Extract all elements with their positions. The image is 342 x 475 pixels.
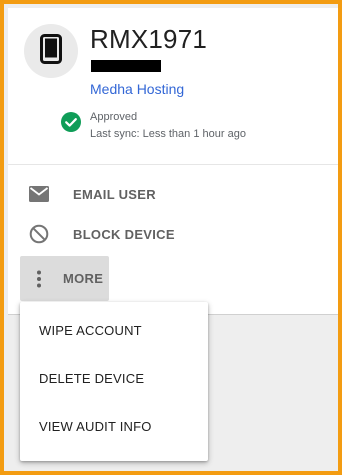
more-button[interactable]: MORE [20, 256, 109, 301]
menu-item-wipe-account[interactable]: WIPE ACCOUNT [20, 306, 208, 354]
menu-item-view-audit-info[interactable]: VIEW AUDIT INFO [20, 402, 208, 450]
organization-link[interactable]: Medha Hosting [90, 81, 184, 97]
email-icon [28, 183, 50, 205]
more-vert-icon [34, 268, 44, 290]
more-menu: WIPE ACCOUNT DELETE DEVICE VIEW AUDIT IN… [20, 302, 208, 461]
email-user-button[interactable]: EMAIL USER [18, 174, 156, 214]
menu-item-delete-device[interactable]: DELETE DEVICE [20, 354, 208, 402]
status-label: Approved [90, 111, 138, 123]
email-user-label: EMAIL USER [73, 186, 156, 202]
check-circle-icon [61, 112, 81, 132]
last-sync-text: Last sync: Less than 1 hour ago [90, 128, 246, 140]
device-card: RMX1971 Medha Hosting Approved Last sync… [8, 8, 338, 315]
redacted-field [91, 60, 161, 72]
screenshot-frame: RMX1971 Medha Hosting Approved Last sync… [0, 0, 342, 475]
smartphone-icon [40, 33, 62, 69]
divider [8, 164, 338, 165]
device-name: RMX1971 [90, 24, 208, 54]
block-icon [28, 223, 50, 245]
block-device-button[interactable]: BLOCK DEVICE [18, 214, 175, 254]
more-label: MORE [63, 271, 104, 286]
block-device-label: BLOCK DEVICE [73, 226, 175, 242]
device-avatar [24, 24, 78, 78]
